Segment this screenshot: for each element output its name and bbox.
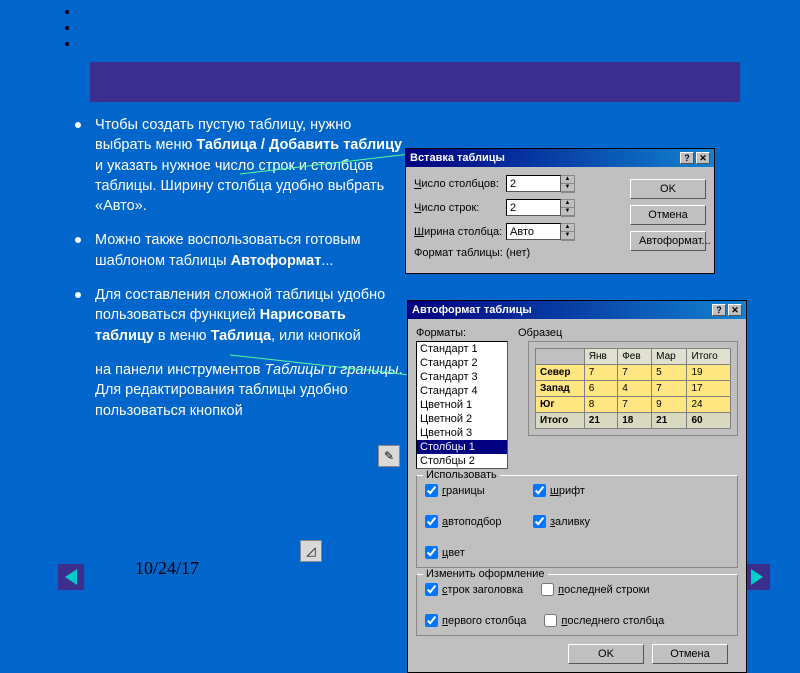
b2-a1: ... <box>321 253 333 269</box>
header-bullet-dots <box>65 10 69 58</box>
autoformat-button[interactable]: Автоформат... <box>630 231 706 251</box>
dialog-titlebar[interactable]: Вставка таблицы ?✕ <box>406 149 714 167</box>
list-item[interactable]: Стандарт 2 <box>417 356 507 370</box>
dialog-title-text: Вставка таблицы <box>410 152 505 164</box>
slide-text: Чтобы создать пустую таблицу, нужно выбр… <box>75 115 405 433</box>
eraser-icon[interactable]: ◿ <box>300 540 322 562</box>
b1-b1: Таблица / Добавить таблицу <box>196 137 402 153</box>
format-value: (нет) <box>506 247 530 259</box>
use-group-title: Использовать <box>423 469 500 481</box>
arrow-right-icon <box>751 569 763 585</box>
use-check[interactable]: цвет <box>425 546 515 559</box>
rows-input[interactable] <box>506 199 561 216</box>
arrow-left-icon <box>65 569 77 585</box>
help-icon[interactable]: ? <box>680 152 694 164</box>
prev-slide-button[interactable] <box>58 564 84 590</box>
ok-button[interactable]: OK <box>630 179 706 199</box>
list-item[interactable]: Столбцы 2 <box>417 454 507 468</box>
chg-check[interactable]: последнего столбца <box>544 614 664 627</box>
ok-button[interactable]: OK <box>568 644 644 664</box>
list-item[interactable]: Цветной 2 <box>417 412 507 426</box>
change-group-title: Изменить оформление <box>423 568 548 580</box>
formats-label: Форматы: <box>416 327 508 339</box>
list-item[interactable]: Цветной 3 <box>417 426 507 440</box>
width-input[interactable] <box>506 223 561 240</box>
cols-input[interactable] <box>506 175 561 192</box>
b3-b2: Таблица <box>211 328 271 344</box>
use-check[interactable]: заливку <box>533 515 623 528</box>
next-slide-button[interactable] <box>744 564 770 590</box>
c-i1: Таблицы и границы <box>265 362 399 378</box>
width-spinner[interactable]: ▲▼ <box>561 223 575 241</box>
use-check[interactable]: шрифт <box>533 484 623 497</box>
b1-a1: и указать нужное число строк и столбцов … <box>95 158 384 215</box>
format-label: Формат таблицы: <box>414 247 506 259</box>
slide-title-band <box>90 62 740 102</box>
close-icon[interactable]: ✕ <box>696 152 710 164</box>
help-icon[interactable]: ? <box>712 304 726 316</box>
rows-label: Число строк: <box>414 202 506 214</box>
cols-spinner[interactable]: ▲▼ <box>561 175 575 193</box>
draw-table-icon[interactable]: ✎ <box>378 445 400 467</box>
dialog-titlebar[interactable]: Автоформат таблицы ?✕ <box>408 301 746 319</box>
chg-check[interactable]: строк заголовка <box>425 583 523 596</box>
rows-spinner[interactable]: ▲▼ <box>561 199 575 217</box>
list-item[interactable]: Стандарт 1 <box>417 342 507 356</box>
dialog-title-text: Автоформат таблицы <box>412 304 532 316</box>
close-icon[interactable]: ✕ <box>728 304 742 316</box>
preview-table: ЯнвФевМарИтогоСевер77519Запад64717Юг8792… <box>535 348 731 429</box>
c-t1: на панели инструментов <box>95 362 265 378</box>
cancel-button[interactable]: Отмена <box>630 205 706 225</box>
use-check[interactable]: автоподбор <box>425 515 515 528</box>
sample-preview: ЯнвФевМарИтогоСевер77519Запад64717Юг8792… <box>528 341 738 436</box>
list-item[interactable]: Цветной 1 <box>417 398 507 412</box>
list-item[interactable]: Стандарт 4 <box>417 384 507 398</box>
width-label: Ширина столбца: <box>414 226 506 238</box>
formats-listbox[interactable]: Стандарт 1Стандарт 2Стандарт 3Стандарт 4… <box>416 341 508 469</box>
b3-a2: , или кнопкой <box>271 328 361 344</box>
slide-date: 10/24/17 <box>135 558 199 579</box>
insert-table-dialog: Вставка таблицы ?✕ Число столбцов: ▲▼ Чи… <box>405 148 715 274</box>
use-check[interactable]: границы <box>425 484 515 497</box>
chg-check[interactable]: первого столбца <box>425 614 526 627</box>
cols-label: Число столбцов: <box>414 178 506 190</box>
b2-b1: Автоформат <box>231 253 322 269</box>
list-item[interactable]: Стандарт 3 <box>417 370 507 384</box>
use-group: Использовать границышрифтавтоподборзалив… <box>416 475 738 568</box>
autoformat-dialog: Автоформат таблицы ?✕ Форматы: Стандарт … <box>407 300 747 673</box>
cancel-button[interactable]: Отмена <box>652 644 728 664</box>
change-group: Изменить оформление строк заголовкапосле… <box>416 574 738 636</box>
b3-a1: в меню <box>154 328 211 344</box>
sample-label: Образец <box>518 327 738 339</box>
chg-check[interactable]: последней строки <box>541 583 649 596</box>
list-item[interactable]: Столбцы 1 <box>417 440 507 454</box>
